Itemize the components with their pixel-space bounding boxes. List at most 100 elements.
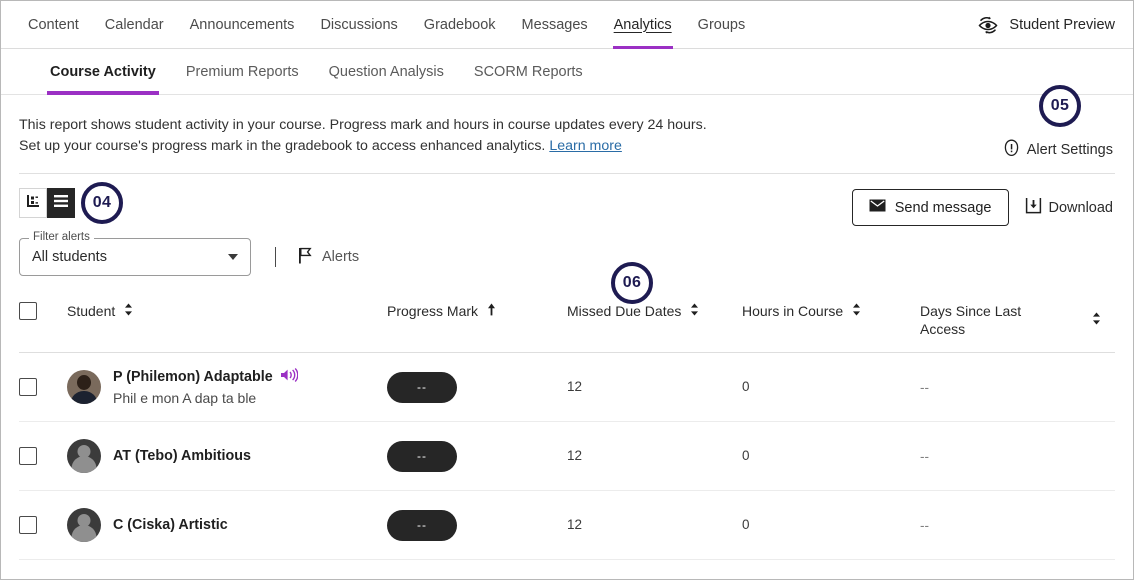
analytics-course-activity-page: Content Calendar Announcements Discussio…: [0, 0, 1134, 580]
description-line-1: This report shows student activity in yo…: [19, 117, 707, 133]
nav-item-label: Announcements: [189, 16, 295, 33]
flag-icon: [298, 247, 313, 268]
filter-alerts-select[interactable]: Filter alerts All students: [19, 231, 251, 276]
select-all-checkbox[interactable]: [19, 302, 37, 320]
download-button[interactable]: Download: [1023, 188, 1116, 227]
send-message-button[interactable]: Send message: [851, 189, 1009, 226]
student-activity-table: 06 Student Progress Mark Missed Due Date…: [19, 262, 1115, 560]
alert-settings-button[interactable]: Alert Settings: [1003, 139, 1113, 161]
alert-icon: [1003, 139, 1020, 161]
sort-icon: [852, 302, 861, 320]
tab-label: Question Analysis: [328, 63, 444, 80]
tab-label: SCORM Reports: [473, 63, 583, 80]
description-line-2: Set up your course's progress mark in th…: [19, 136, 1113, 157]
progress-mark-pill[interactable]: --: [387, 440, 457, 472]
nav-item-content[interactable]: Content: [15, 1, 92, 48]
table-row[interactable]: C (Ciska) Artistic -- 12 0 --: [19, 491, 1115, 560]
column-header-missed-due-dates[interactable]: Missed Due Dates: [567, 302, 742, 321]
missed-due-dates-value: 12: [567, 448, 583, 463]
sort-icon: [1092, 311, 1101, 329]
hours-in-course-cell: 0: [742, 378, 920, 396]
sort-icon: [124, 302, 133, 320]
nav-item-announcements[interactable]: Announcements: [177, 1, 308, 48]
hours-in-course-value: 0: [742, 448, 750, 463]
row-select-cell: [19, 516, 67, 534]
student-cell: C (Ciska) Artistic: [67, 508, 387, 542]
row-checkbox[interactable]: [19, 447, 37, 465]
missed-due-dates-value: 12: [567, 379, 583, 394]
toolbar-actions: Send message Download: [851, 188, 1116, 227]
row-checkbox[interactable]: [19, 378, 37, 396]
missed-due-dates-cell: 12: [567, 516, 742, 534]
student-preview-label: Student Preview: [1009, 16, 1115, 33]
send-message-label: Send message: [894, 199, 992, 216]
student-preview-icon: [975, 15, 1001, 35]
column-label-text: Progress Mark: [387, 303, 479, 319]
nav-item-label: Analytics: [613, 16, 672, 33]
column-header-hours-in-course-label: Hours in Course: [742, 302, 861, 320]
report-toolbar: 04 Send message Download: [1, 174, 1133, 230]
avatar: [67, 370, 101, 404]
tab-label: Course Activity: [50, 63, 156, 80]
nav-item-label: Gradebook: [423, 16, 496, 33]
sort-asc-icon: [487, 302, 496, 320]
progress-mark-pill[interactable]: --: [387, 371, 457, 403]
hours-in-course-cell: 0: [742, 447, 920, 465]
table-row[interactable]: P (Philemon) Adaptable Phil e mon A dap …: [19, 353, 1115, 422]
nav-item-calendar[interactable]: Calendar: [92, 1, 177, 48]
column-label-text: Missed Due Dates: [567, 303, 682, 319]
analytics-sub-navigation: Course Activity Premium Reports Question…: [1, 49, 1133, 95]
callout-badge-04: 04: [81, 182, 123, 224]
days-since-last-access-value: --: [920, 448, 929, 464]
toolbar-divider: [275, 247, 276, 267]
row-checkbox[interactable]: [19, 516, 37, 534]
nav-item-label: Discussions: [320, 16, 398, 33]
top-nav-items: Content Calendar Announcements Discussio…: [15, 1, 759, 49]
progress-mark-cell: --: [387, 509, 567, 541]
tab-scorm-reports[interactable]: SCORM Reports: [459, 49, 598, 94]
days-since-last-access-cell: --: [920, 380, 1115, 395]
nav-item-discussions[interactable]: Discussions: [307, 1, 410, 48]
learn-more-link[interactable]: Learn more: [549, 138, 622, 154]
nav-item-messages[interactable]: Messages: [509, 1, 601, 48]
nav-item-label: Content: [28, 16, 79, 33]
table-header-row: Student Progress Mark Missed Due Dates H…: [19, 302, 1115, 353]
tab-premium-reports[interactable]: Premium Reports: [171, 49, 314, 94]
nav-item-groups[interactable]: Groups: [685, 1, 759, 48]
chart-view-button[interactable]: [19, 188, 47, 218]
progress-mark-cell: --: [387, 371, 567, 403]
nav-item-gradebook[interactable]: Gradebook: [411, 1, 509, 48]
tab-course-activity[interactable]: Course Activity: [35, 49, 171, 95]
table-row[interactable]: AT (Tebo) Ambitious -- 12 0 --: [19, 422, 1115, 491]
column-header-days-since-last-access-label: Days Since Last Access: [920, 302, 1115, 338]
callout-badge-06: 06: [611, 262, 653, 304]
row-select-cell: [19, 378, 67, 396]
student-name: P (Philemon) Adaptable: [113, 369, 273, 385]
name-pronunciation-audio-icon[interactable]: [280, 368, 299, 386]
student-cell: P (Philemon) Adaptable Phil e mon A dap …: [67, 368, 387, 406]
view-mode-toggle-group: 04: [19, 182, 123, 230]
column-header-hours-in-course[interactable]: Hours in Course: [742, 302, 920, 321]
list-view-button[interactable]: [47, 188, 75, 218]
filter-alerts-value: All students: [32, 249, 107, 265]
column-label-text: Student: [67, 303, 116, 319]
nav-item-label: Groups: [697, 16, 746, 33]
alerts-filter-chip[interactable]: Alerts: [298, 247, 359, 268]
chevron-down-icon[interactable]: [228, 254, 238, 260]
column-header-days-since-last-access[interactable]: Days Since Last Access: [920, 302, 1115, 338]
download-icon: [1025, 197, 1042, 218]
nav-item-analytics[interactable]: Analytics: [601, 1, 685, 49]
hours-in-course-value: 0: [742, 517, 750, 532]
student-preview-button[interactable]: Student Preview: [975, 1, 1119, 48]
hours-in-course-cell: 0: [742, 516, 920, 534]
days-since-last-access-value: --: [920, 517, 929, 533]
column-header-progress-mark-label: Progress Mark: [387, 302, 496, 320]
days-since-last-access-value: --: [920, 379, 929, 395]
column-header-progress-mark[interactable]: Progress Mark: [387, 302, 567, 321]
report-description-section: This report shows student activity in yo…: [1, 85, 1133, 158]
tab-question-analysis[interactable]: Question Analysis: [314, 49, 459, 94]
progress-mark-pill[interactable]: --: [387, 509, 457, 541]
select-all-cell: [19, 302, 67, 320]
student-cell: AT (Tebo) Ambitious: [67, 439, 387, 473]
column-header-student[interactable]: Student: [67, 302, 387, 320]
